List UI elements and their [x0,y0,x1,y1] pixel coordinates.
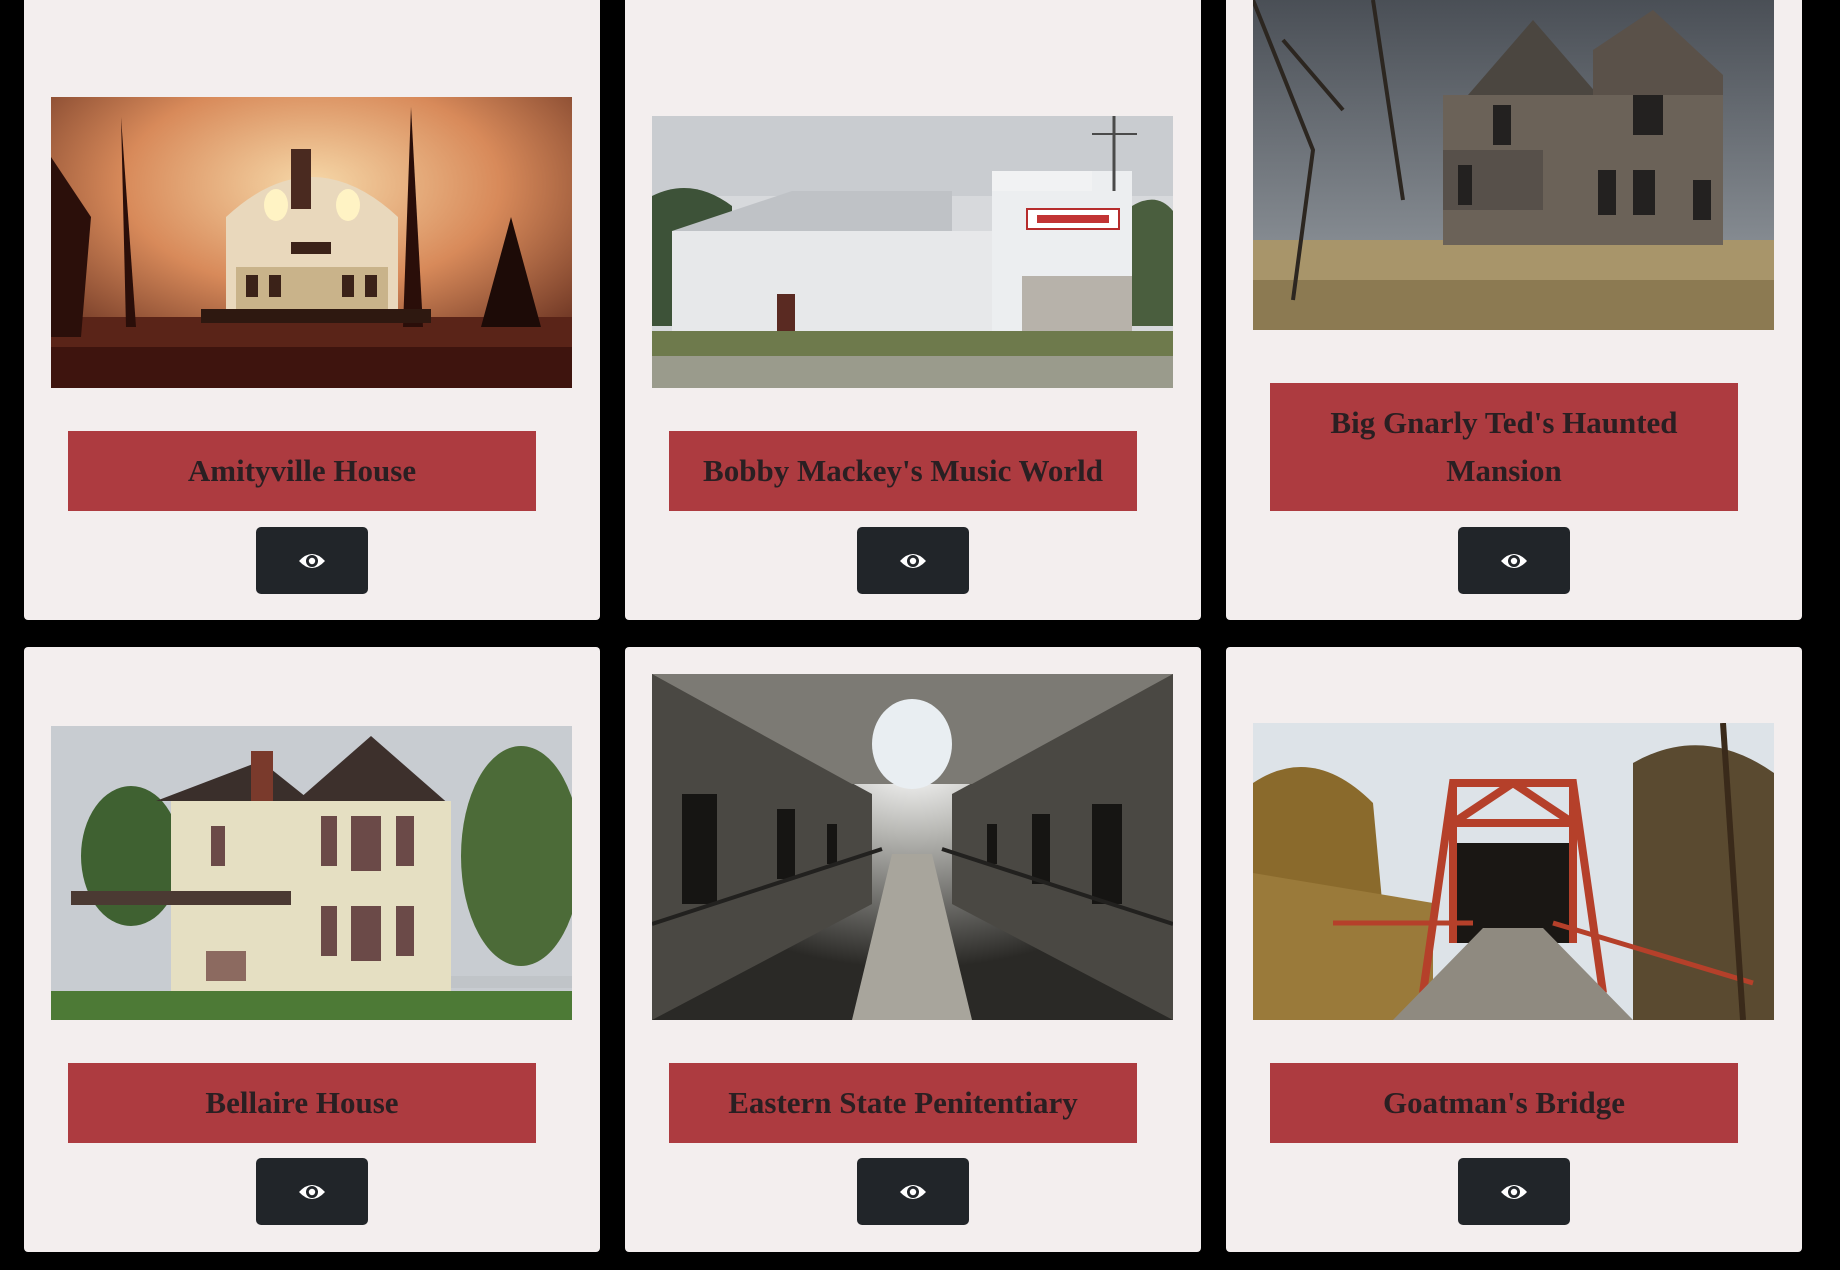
location-title-text: Bobby Mackey's Music World [703,453,1103,488]
location-title: Big Gnarly Ted's Haunted Mansion [1270,383,1738,511]
location-title: Amityville House [68,431,536,511]
location-photo [652,116,1173,388]
eye-icon [1501,553,1527,568]
location-card: Goatman's Bridge [1226,647,1802,1252]
eye-icon [900,1184,926,1199]
location-photo [1253,723,1774,1020]
location-title: Goatman's Bridge [1270,1063,1738,1143]
view-location-button[interactable] [857,527,969,594]
eye-icon [299,553,325,568]
location-photo [51,97,572,388]
location-title-text: Amityville House [187,453,417,488]
location-card: Big Gnarly Ted's Haunted Mansion [1226,0,1802,620]
view-location-button[interactable] [256,1158,368,1225]
eye-icon [1501,1184,1527,1199]
location-card: Bellaire House [24,647,600,1252]
location-card-grid: Amityville House Bobby Mackey's Music Wo… [0,0,1840,1270]
eye-icon [299,1184,325,1199]
location-photo [1253,0,1774,330]
location-title: Bobby Mackey's Music World [669,431,1137,511]
location-card: Eastern State Penitentiary [625,647,1201,1252]
view-location-button[interactable] [1458,527,1570,594]
view-location-button[interactable] [857,1158,969,1225]
location-card: Bobby Mackey's Music World [625,0,1201,620]
view-location-button[interactable] [1458,1158,1570,1225]
location-title-text: Big Gnarly Ted's Haunted Mansion [1330,405,1678,488]
location-title-text: Eastern State Penitentiary [728,1085,1078,1120]
location-title-text: Bellaire House [205,1085,399,1120]
location-title-text: Goatman's Bridge [1383,1085,1625,1120]
location-photo [652,674,1173,1020]
view-location-button[interactable] [256,527,368,594]
location-photo [51,726,572,1020]
location-card: Amityville House [24,0,600,620]
eye-icon [900,553,926,568]
location-title: Eastern State Penitentiary [669,1063,1137,1143]
location-title: Bellaire House [68,1063,536,1143]
